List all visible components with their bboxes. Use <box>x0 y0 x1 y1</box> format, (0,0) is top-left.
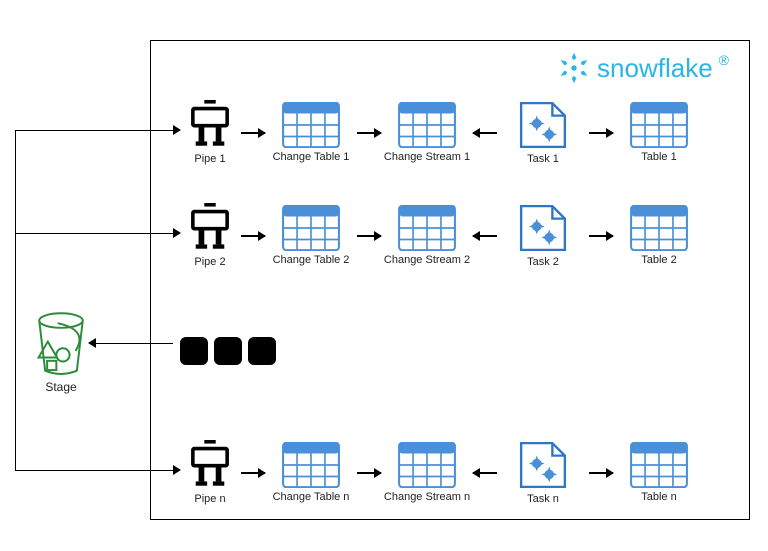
task: Task 2 <box>498 203 588 268</box>
connector-line <box>95 343 173 344</box>
bucket-icon <box>28 310 94 376</box>
pipe: Pipe 1 <box>180 100 240 165</box>
ellipsis <box>180 330 282 375</box>
arrow-right-icon <box>241 235 265 237</box>
pipe-label: Pipe 1 <box>194 153 225 165</box>
arrow-left-icon <box>473 132 497 134</box>
task: Task 1 <box>498 100 588 165</box>
task-label: Task 1 <box>527 153 559 165</box>
pipe: Pipe n <box>180 440 240 505</box>
snowflake-icon <box>557 51 591 85</box>
pipe: Pipe 2 <box>180 203 240 268</box>
pipeline-row-n: Pipe n Change Table n <box>180 440 704 505</box>
task-label: Task n <box>527 493 559 505</box>
pipe-label: Pipe 2 <box>194 256 225 268</box>
table-label: Table 2 <box>641 254 676 266</box>
stage-label: Stage <box>45 380 76 394</box>
table-icon <box>630 442 688 488</box>
pipe-label: Pipe n <box>194 493 225 505</box>
table-icon <box>630 205 688 251</box>
connector-line <box>15 470 173 471</box>
table: Table 1 <box>614 102 704 163</box>
task-label: Task 2 <box>527 256 559 268</box>
task-icon <box>518 100 568 150</box>
pipeline-row-1: Pipe 1 Change Table 1 <box>180 100 704 165</box>
arrowhead-icon <box>88 338 96 348</box>
change-table: Change Table n <box>266 442 356 503</box>
table-icon <box>282 205 340 251</box>
pipe-icon <box>187 203 233 253</box>
connector-line <box>15 130 16 470</box>
arrow-right-icon <box>357 132 381 134</box>
pipeline-row-2: Pipe 2 Change Table 2 <box>180 203 704 268</box>
snowflake-brand: snowflake ® <box>557 51 729 85</box>
change-table-label: Change Table n <box>273 491 350 503</box>
brand-registered: ® <box>719 52 729 68</box>
table-icon <box>398 205 456 251</box>
change-stream-label: Change Stream n <box>384 491 470 503</box>
arrow-left-icon <box>473 472 497 474</box>
task-icon <box>518 440 568 490</box>
change-table: Change Table 1 <box>266 102 356 163</box>
table-label: Table 1 <box>641 151 676 163</box>
table-icon <box>398 442 456 488</box>
table-icon <box>630 102 688 148</box>
change-stream-label: Change Stream 1 <box>384 151 470 163</box>
table-icon <box>282 102 340 148</box>
task-icon <box>518 203 568 253</box>
change-stream: Change Stream n <box>382 442 472 503</box>
stage: Stage <box>28 310 94 394</box>
change-table-label: Change Table 2 <box>273 254 350 266</box>
arrow-right-icon <box>241 472 265 474</box>
change-table: Change Table 2 <box>266 205 356 266</box>
arrow-right-icon <box>589 235 613 237</box>
change-table-label: Change Table 1 <box>273 151 350 163</box>
pipe-icon <box>187 100 233 150</box>
arrow-right-icon <box>589 472 613 474</box>
arrow-left-icon <box>473 235 497 237</box>
task: Task n <box>498 440 588 505</box>
connector-line <box>15 233 173 234</box>
arrow-right-icon <box>589 132 613 134</box>
table-label: Table n <box>641 491 676 503</box>
table-icon <box>398 102 456 148</box>
brand-text: snowflake <box>597 53 713 84</box>
arrow-right-icon <box>357 235 381 237</box>
table-icon <box>282 442 340 488</box>
connector-line <box>15 130 173 131</box>
arrow-right-icon <box>357 472 381 474</box>
pipe-icon <box>187 440 233 490</box>
table: Table 2 <box>614 205 704 266</box>
diagram-canvas: snowflake ® Stage <box>0 0 768 551</box>
table: Table n <box>614 442 704 503</box>
change-stream: Change Stream 2 <box>382 205 472 266</box>
change-stream-label: Change Stream 2 <box>384 254 470 266</box>
change-stream: Change Stream 1 <box>382 102 472 163</box>
arrow-right-icon <box>241 132 265 134</box>
